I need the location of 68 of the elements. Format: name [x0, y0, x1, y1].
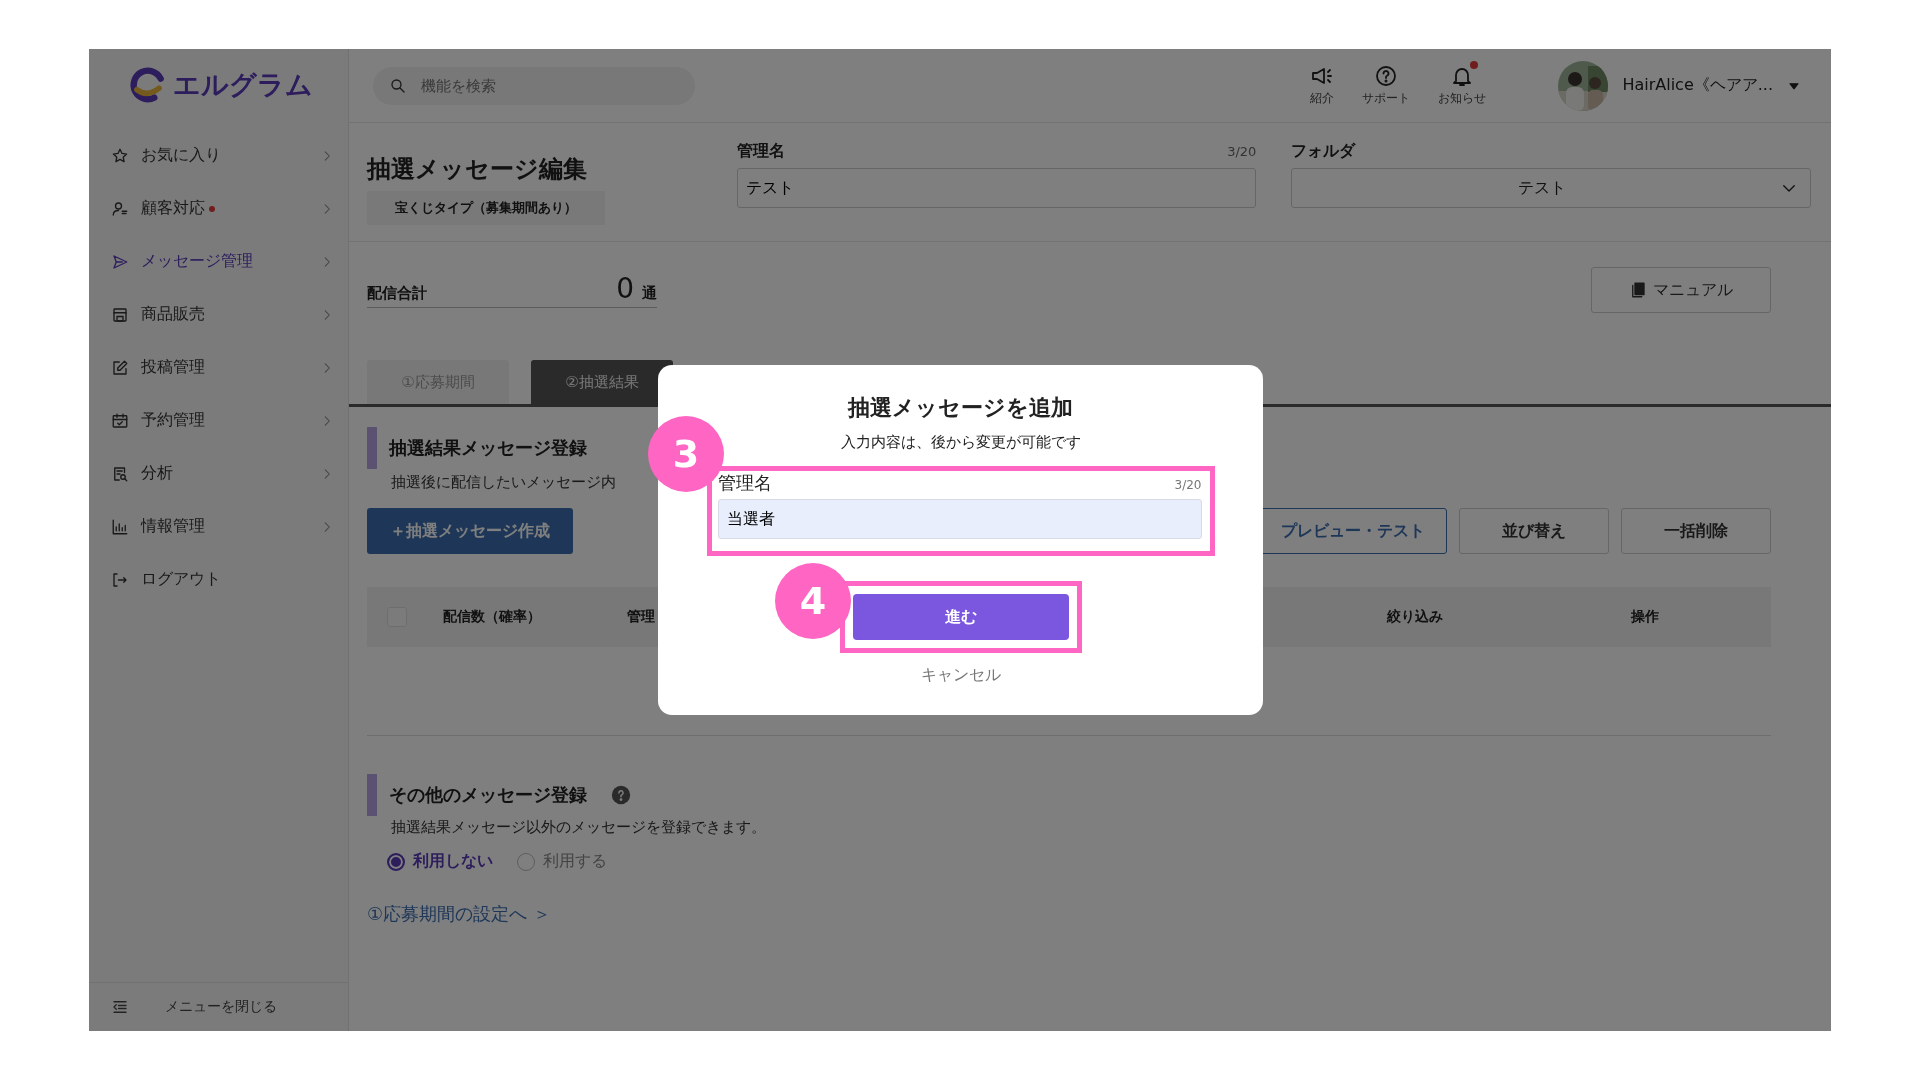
type-badge: 宝くじタイプ（募集期間あり） [367, 191, 605, 225]
sidebar-item[interactable]: 分析 [89, 447, 348, 500]
logo-icon [129, 66, 167, 104]
dialog-title: 抽選メッセージを追加 [848, 394, 1073, 422]
sidebar-item[interactable]: 情報管理 [89, 500, 348, 553]
section-description: 抽選後に配信したいメッセージ内 [391, 473, 616, 492]
section-title: 抽選結果メッセージ登録 [389, 436, 587, 460]
header-button[interactable]: お知らせ [1438, 64, 1487, 107]
sidebar-item[interactable]: 予約管理 [89, 394, 348, 447]
column-header: 管理 [627, 608, 655, 626]
section-marker [367, 427, 377, 469]
sidebar-item[interactable]: 投稿管理 [89, 341, 348, 394]
create-button[interactable]: ＋抽選メッセージ作成 [367, 508, 573, 554]
collapse-menu-button[interactable]: メニューを閉じる [89, 982, 348, 1031]
calendar-icon [111, 411, 129, 430]
header-button[interactable]: サポート [1362, 64, 1411, 107]
logo-text: エルグラム [173, 68, 313, 102]
search-icon [389, 76, 407, 95]
person-icon [111, 199, 129, 218]
dialog-subtitle: 入力内容は、後から変更が可能です [840, 433, 1081, 452]
account-name[interactable]: HairAlice《ヘアア... [1622, 75, 1773, 96]
header-button[interactable]: 紹介 [1310, 64, 1335, 107]
bar-chart-icon [111, 517, 129, 536]
radio-option[interactable]: 利用しない [387, 851, 493, 872]
book-icon [1629, 281, 1647, 299]
send-icon [111, 252, 129, 271]
field-label: 管理名 [736, 141, 785, 162]
header-button-label: サポート [1362, 90, 1411, 107]
search-field[interactable]: 機能を検索 [373, 66, 695, 105]
folder-select[interactable]: テスト [1291, 168, 1811, 208]
total-value: 0 [616, 272, 634, 305]
sidebar-item[interactable]: お気に入り [89, 129, 348, 182]
character-counter: 3/20 [1174, 478, 1202, 492]
column-header: 配信数（確率） [443, 608, 541, 626]
help-icon [1374, 64, 1399, 88]
store-icon [111, 305, 129, 324]
proceed-button[interactable]: 進む [852, 594, 1069, 640]
character-counter: 3/20 [1227, 144, 1257, 159]
section-description: 抽選結果メッセージ以外のメッセージを登録できます。 [391, 818, 767, 837]
manual-button[interactable]: マニュアル [1591, 267, 1771, 313]
page-title: 抽選メッセージ編集 [367, 154, 588, 185]
action-button[interactable]: 並び替え [1459, 508, 1609, 554]
sidebar-item[interactable]: メッセージ管理 [89, 235, 348, 288]
link[interactable]: ①応募期間の設定へ ＞ [367, 902, 551, 926]
header-button-label: お知らせ [1438, 90, 1487, 107]
column-header: 絞り込み [1387, 608, 1443, 626]
report-icon [111, 464, 129, 483]
section-marker [367, 774, 377, 816]
sidebar-item[interactable]: ログアウト [89, 553, 348, 606]
field-label: フォルダ [1291, 141, 1357, 162]
radio-option[interactable]: 利用する [517, 851, 607, 872]
cancel-link[interactable]: キャンセル [920, 665, 1001, 686]
name-input[interactable]: テスト [736, 168, 1257, 208]
section-title: その他のメッセージ登録 [389, 783, 587, 807]
step-badge: 4 [775, 563, 851, 639]
action-button[interactable]: 一括削除 [1621, 508, 1771, 554]
name-input[interactable]: 当選者 [717, 499, 1202, 539]
logout-icon [111, 570, 129, 589]
tab[interactable]: ②抽選結果 [531, 360, 673, 404]
header-button-label: 紹介 [1310, 90, 1335, 107]
column-header: 操作 [1631, 608, 1659, 626]
total-unit: 通 [642, 284, 657, 303]
edit-icon [111, 358, 129, 377]
collapse-menu-icon [111, 998, 129, 1016]
sidebar-item[interactable]: 顧客対応 [89, 182, 348, 235]
total-label: 配信合計 [367, 284, 427, 303]
sidebar-item[interactable]: 商品販売 [89, 288, 348, 341]
star-icon [111, 146, 129, 165]
